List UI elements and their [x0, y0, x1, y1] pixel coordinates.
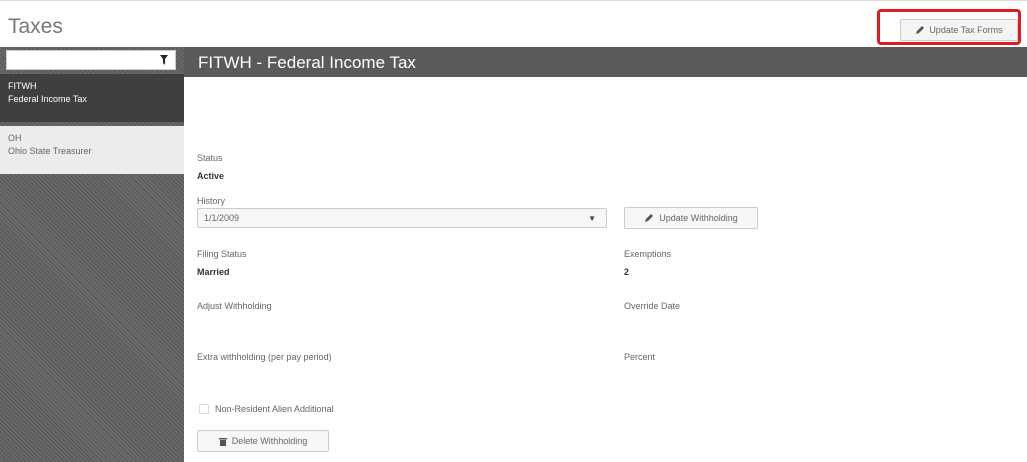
sidebar-item-oh[interactable]: OH Ohio State Treasurer	[0, 126, 184, 174]
chevron-down-icon: ▼	[588, 214, 596, 223]
history-select[interactable]: 1/1/2009 ▼	[197, 208, 607, 228]
delete-withholding-button[interactable]: Delete Withholding	[197, 430, 329, 452]
status-value: Active	[197, 171, 225, 181]
sidebar-item-code: OH	[8, 133, 22, 143]
filter-icon[interactable]	[160, 55, 168, 65]
percent-label: Percent	[624, 352, 656, 362]
update-withholding-button[interactable]: Update Withholding	[624, 207, 758, 229]
non-resident-checkbox[interactable]	[199, 404, 209, 414]
tax-detail-title: FITWH - Federal Income Tax	[198, 53, 416, 72]
non-resident-label: Non-Resident Alien Additional	[215, 404, 334, 414]
override-date-label: Override Date	[624, 301, 681, 311]
top-bar: Taxes Update Tax Forms	[0, 0, 1027, 45]
pencil-icon	[645, 214, 654, 222]
exemptions-label: Exemptions	[624, 249, 672, 259]
sidebar: FITWH Federal Income Tax OH Ohio State T…	[0, 47, 184, 462]
adjust-withholding-label: Adjust Withholding	[197, 301, 272, 311]
exemptions-value: 2	[624, 267, 630, 277]
trash-icon	[218, 437, 227, 446]
sidebar-filter-input[interactable]	[6, 50, 176, 70]
delete-withholding-label: Delete Withholding	[231, 436, 308, 446]
filing-status-value: Married	[197, 267, 230, 277]
status-label: Status	[197, 153, 223, 163]
extra-withholding-label: Extra withholding (per pay period)	[197, 352, 332, 362]
sidebar-item-name: Ohio State Treasurer	[8, 146, 92, 156]
update-tax-forms-label: Update Tax Forms	[929, 25, 1003, 35]
update-withholding-label: Update Withholding	[659, 213, 738, 223]
filing-status-label: Filing Status	[197, 249, 247, 259]
sidebar-item-code: FITWH	[8, 81, 37, 91]
sidebar-item-fitwh[interactable]: FITWH Federal Income Tax	[0, 74, 184, 122]
page-title: Taxes	[8, 15, 63, 38]
content-header: FITWH - Federal Income Tax	[184, 47, 1027, 77]
history-selected-value: 1/1/2009	[204, 213, 240, 223]
update-tax-forms-button[interactable]: Update Tax Forms	[900, 19, 1018, 41]
sidebar-item-name: Federal Income Tax	[8, 94, 87, 104]
pencil-icon	[916, 26, 925, 34]
history-label: History	[197, 196, 226, 206]
